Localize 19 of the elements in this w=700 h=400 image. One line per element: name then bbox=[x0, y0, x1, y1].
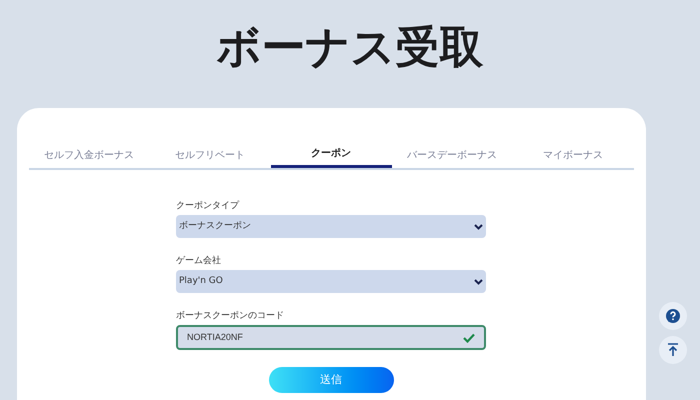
back-to-top-button[interactable] bbox=[659, 336, 687, 364]
tab[interactable]: バースデーボーナス bbox=[392, 142, 512, 168]
tab[interactable]: セルフリベート bbox=[150, 142, 270, 168]
submit-button[interactable]: 送信 bbox=[268, 367, 394, 393]
back-to-top-icon bbox=[667, 343, 679, 357]
chevron-down-icon bbox=[474, 224, 483, 230]
field-label: クーポンタイプ bbox=[176, 200, 240, 212]
dropdown[interactable]: Play'n GO bbox=[176, 270, 486, 293]
dropdown[interactable]: ボーナスクーポン bbox=[176, 215, 486, 238]
tab[interactable]: マイボーナス bbox=[512, 142, 634, 168]
tab[interactable]: セルフ入金ボーナス bbox=[28, 142, 150, 168]
input-field[interactable]: NORTIA20NF bbox=[176, 325, 486, 350]
chevron-down-icon bbox=[474, 278, 483, 284]
tab[interactable]: クーポン bbox=[270, 142, 392, 168]
field-label: ボーナスクーポンのコード bbox=[176, 310, 285, 322]
page-title: ボーナス受取 bbox=[216, 21, 484, 75]
help-icon bbox=[665, 308, 681, 324]
help-button[interactable] bbox=[659, 302, 687, 330]
field-label: ゲーム会社 bbox=[176, 255, 222, 267]
